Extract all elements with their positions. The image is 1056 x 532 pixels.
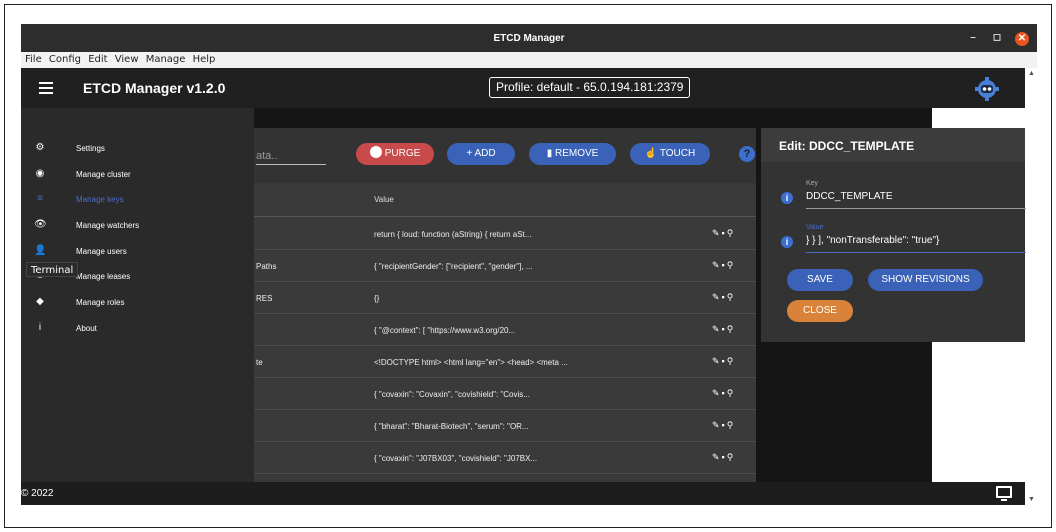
row-actions[interactable]: ✎▪⚲ bbox=[712, 260, 735, 271]
menu-view[interactable]: View bbox=[115, 52, 139, 68]
row-actions[interactable]: ✎▪⚲ bbox=[712, 356, 735, 367]
key-field[interactable]: i Key DDCC_TEMPLATE bbox=[779, 180, 1026, 210]
value-field[interactable]: i Value } } ], "nonTransferable": "true"… bbox=[779, 224, 1026, 254]
close-window-button[interactable]: ✕ bbox=[1015, 32, 1029, 46]
menu-file[interactable]: File bbox=[25, 52, 42, 68]
drawer-item-settings[interactable]: ⚙ Settings bbox=[21, 138, 254, 158]
close-button[interactable]: CLOSE bbox=[787, 300, 853, 322]
nav-drawer: ⚙ Settings ◉ Manage cluster ≡ Manage keys 👁… bbox=[21, 108, 254, 482]
save-button[interactable]: SAVE bbox=[787, 269, 853, 291]
row-actions[interactable]: ✎▪⚲ bbox=[712, 324, 735, 335]
drawer-item-manage-cluster[interactable]: ◉ Manage cluster bbox=[21, 164, 254, 184]
drawer-item-manage-keys[interactable]: ≡ Manage keys bbox=[21, 189, 254, 209]
scroll-down-icon[interactable]: ▼ bbox=[1028, 496, 1035, 503]
menu-edit[interactable]: Edit bbox=[88, 52, 107, 68]
drawer-item-manage-users[interactable]: 👤 Manage users bbox=[21, 241, 254, 261]
drawer-item-manage-watchers[interactable]: 👁 Manage watchers bbox=[21, 215, 254, 235]
purge-button[interactable]: PURGE bbox=[356, 143, 434, 165]
table-header: Value bbox=[254, 183, 756, 217]
table-row[interactable]: return { loud: function (aString) { retu… bbox=[254, 218, 756, 250]
info-icon: i bbox=[781, 236, 793, 248]
gear-icon: ⚙ bbox=[35, 142, 45, 153]
table-row[interactable]: { "covaxin": "J07BX03", "covishield": "J… bbox=[254, 442, 756, 474]
window-scrollbar[interactable]: ▲ ▼ bbox=[1025, 68, 1037, 505]
info-icon: i bbox=[38, 322, 42, 333]
table-row[interactable]: { "bharat": "Bharat-Biotech", "serum": "… bbox=[254, 410, 756, 442]
user-icon: 👤 bbox=[34, 245, 47, 256]
touch-icon: ☝ bbox=[644, 148, 660, 159]
table-row[interactable]: Paths{ "recipientGender": ["recipient", … bbox=[254, 250, 756, 282]
drawer-item-about[interactable]: i About bbox=[21, 318, 254, 338]
terminal-tooltip: Terminal bbox=[26, 262, 79, 277]
window-titlebar: ETCD Manager – ◻ ✕ bbox=[21, 24, 1037, 52]
table-row[interactable]: { "@context": [ "https://www.w3.org/20..… bbox=[254, 314, 756, 346]
edit-key-panel: Edit: DDCC_TEMPLATE i Key DDCC_TEMPLATE … bbox=[761, 128, 1026, 342]
menu-config[interactable]: Config bbox=[49, 52, 81, 68]
show-revisions-button[interactable]: SHOW REVISIONS bbox=[868, 269, 983, 291]
keys-toolbar: ata.. PURGE + ADD ▮ REMOVE ☝ TOUCH ? bbox=[254, 128, 756, 183]
row-actions[interactable]: ✎▪⚲ bbox=[712, 388, 735, 399]
info-icon: i bbox=[781, 192, 793, 204]
search-input[interactable]: ata.. bbox=[256, 148, 326, 165]
robot-gear-icon[interactable] bbox=[975, 77, 999, 101]
menubar: File Config Edit View Manage Help bbox=[21, 52, 1037, 68]
minimize-button[interactable]: – bbox=[967, 32, 979, 44]
drawer-item-manage-roles[interactable]: ◆ Manage roles bbox=[21, 292, 254, 312]
row-actions[interactable]: ✎▪⚲ bbox=[712, 420, 735, 431]
value-input[interactable]: } } ], "nonTransferable": "true"} bbox=[806, 235, 1026, 253]
value-field-label: Value bbox=[806, 224, 824, 231]
row-actions[interactable]: ✎▪⚲ bbox=[712, 228, 735, 239]
table-row[interactable]: te <!DOCTYPE html> <html lang="en"> <head… bbox=[254, 346, 756, 378]
table-row[interactable]: RES{} ✎▪⚲ bbox=[254, 282, 756, 314]
menu-help[interactable]: Help bbox=[193, 52, 216, 68]
copyright-text: © 2022 bbox=[21, 488, 54, 499]
maximize-button[interactable]: ◻ bbox=[991, 32, 1003, 44]
list-icon: ≡ bbox=[37, 193, 43, 204]
menu-manage[interactable]: Manage bbox=[146, 52, 186, 68]
value-column-header: Value bbox=[374, 195, 394, 204]
edit-panel-header: Edit: DDCC_TEMPLATE bbox=[761, 128, 1025, 162]
key-input[interactable]: DDCC_TEMPLATE bbox=[806, 191, 1026, 209]
shield-icon: ◆ bbox=[36, 296, 44, 307]
keys-table: Value return { loud: function (aString) … bbox=[254, 183, 756, 482]
row-actions[interactable]: ✎▪⚲ bbox=[712, 292, 735, 303]
key-field-label: Key bbox=[806, 180, 819, 187]
trash-icon: ▮ bbox=[546, 148, 555, 159]
minus-circle-icon bbox=[369, 146, 382, 158]
table-row[interactable]: { "covaxin": "Covaxin", "covishield": "C… bbox=[254, 378, 756, 410]
app-title: ETCD Manager v1.2.0 bbox=[83, 80, 226, 96]
cluster-icon: ◉ bbox=[35, 168, 45, 179]
touch-button[interactable]: ☝ TOUCH bbox=[630, 143, 710, 165]
help-icon[interactable]: ? bbox=[739, 146, 755, 162]
remove-button[interactable]: ▮ REMOVE bbox=[529, 143, 616, 165]
edit-panel-title: Edit: DDCC_TEMPLATE bbox=[779, 139, 915, 153]
footer-bar: © 2022 bbox=[21, 482, 1025, 505]
eye-icon: 👁 bbox=[34, 219, 47, 230]
window-title: ETCD Manager bbox=[493, 33, 565, 44]
monitor-icon[interactable] bbox=[996, 486, 1012, 501]
scroll-up-icon[interactable]: ▲ bbox=[1028, 70, 1035, 77]
row-actions[interactable]: ✎▪⚲ bbox=[712, 452, 735, 463]
menu-icon[interactable] bbox=[39, 79, 53, 95]
add-button[interactable]: + ADD bbox=[447, 143, 515, 165]
profile-selector[interactable]: Profile: default - 65.0.194.181:2379 bbox=[489, 77, 691, 98]
app-bar: ETCD Manager v1.2.0 Profile: default - 6… bbox=[21, 68, 1025, 108]
app-window: ETCD Manager – ◻ ✕ File Config Edit View… bbox=[21, 24, 1037, 505]
